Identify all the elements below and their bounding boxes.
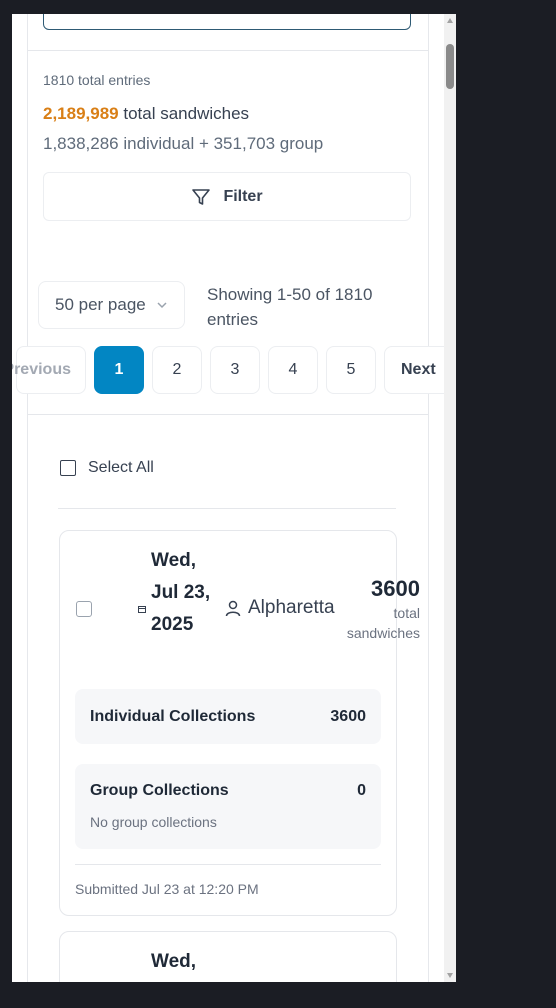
divider [28, 414, 428, 415]
app-window: 1810 total entries 2,189,989 total sandw… [12, 14, 456, 982]
location-name: Alpharetta [248, 597, 335, 618]
select-all[interactable]: Select All [60, 459, 154, 477]
filter-label: Filter [223, 187, 263, 205]
group-value: 0 [357, 782, 366, 799]
select-all-checkbox[interactable] [60, 460, 76, 476]
entry-total: 3600 total sandwiches [330, 575, 420, 643]
page-button-5[interactable]: 5 [326, 346, 376, 394]
scroll-down-arrow-icon[interactable] [447, 973, 453, 978]
total-entries: 1810 total entries [43, 72, 151, 88]
chevron-down-icon [157, 302, 167, 309]
previous-button[interactable]: Previous [12, 346, 86, 394]
individual-collections: Individual Collections 3600 [75, 689, 381, 744]
sandwich-breakdown: 1,838,286 individual + 351,703 group [43, 134, 324, 153]
search-input[interactable] [43, 14, 411, 30]
scroll-area: 1810 total entries 2,189,989 total sandw… [12, 14, 444, 982]
individual-value: 3600 [330, 707, 366, 725]
page-button-2[interactable]: 2 [152, 346, 202, 394]
collections-panel: 1810 total entries 2,189,989 total sandw… [12, 14, 444, 982]
entry-date: Wed, [151, 951, 197, 972]
filter-icon [192, 188, 211, 205]
entry-checkbox[interactable] [76, 601, 92, 617]
next-button[interactable]: Next [384, 346, 444, 394]
entry-date: Wed, Jul 23, 2025 [151, 550, 211, 635]
page-button-4[interactable]: 4 [268, 346, 318, 394]
user-icon [225, 600, 241, 617]
total-sandwiches-value: 2,189,989 [43, 104, 119, 123]
entry-location: Alpharetta [224, 597, 335, 619]
per-page-select[interactable]: 50 per page [38, 281, 185, 329]
scrollbar[interactable] [444, 14, 456, 982]
group-label: Group Collections [90, 782, 229, 799]
entry-total-value: 3600 [371, 576, 420, 601]
entry-card[interactable]: Wed, [59, 931, 397, 982]
page-button-1[interactable]: 1 [94, 346, 144, 394]
entry-card[interactable]: Wed, Jul 23, 2025 Alpharetta 3600 total … [59, 530, 420, 916]
filter-button[interactable]: Filter [43, 172, 411, 221]
submitted-time: Submitted Jul 23 at 12:20 PM [75, 881, 259, 897]
scroll-up-arrow-icon[interactable] [447, 18, 453, 23]
entry-total-label: total sandwiches [346, 605, 420, 641]
showing-entries: Showing 1-50 of 1810 entries [207, 285, 373, 329]
pagination: Previous 1 2 3 4 5 Next [12, 346, 444, 394]
divider [58, 508, 396, 509]
scrollbar-thumb[interactable] [446, 44, 454, 89]
divider [75, 864, 381, 865]
total-sandwiches: 2,189,989 total sandwiches [43, 104, 249, 124]
group-note: No group collections [90, 814, 217, 830]
group-collections: Group Collections 0 No group collections [75, 764, 381, 849]
calendar-icon [138, 606, 146, 613]
per-page-value: 50 per page [55, 295, 146, 314]
select-all-label: Select All [88, 459, 154, 476]
total-sandwiches-label: total sandwiches [123, 104, 250, 123]
divider [28, 50, 428, 51]
individual-label: Individual Collections [90, 707, 256, 725]
page-button-3[interactable]: 3 [210, 346, 260, 394]
